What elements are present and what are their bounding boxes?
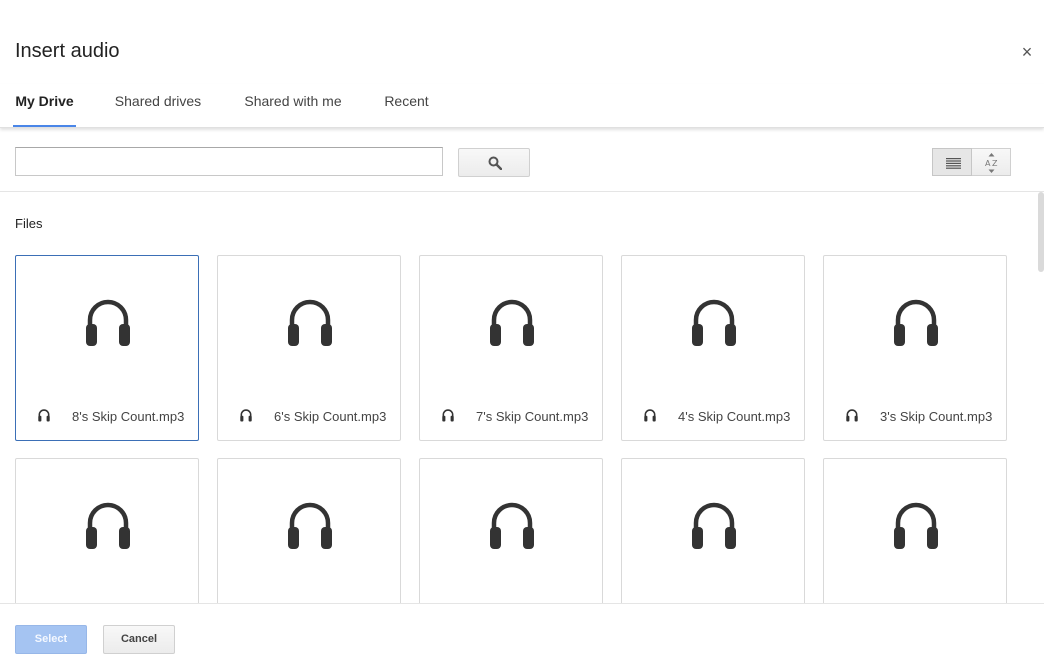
search-input[interactable] [15,147,443,176]
file-card[interactable]: 7's Skip Count.mp3 [419,255,603,441]
headphones-icon [288,298,332,353]
file-card[interactable]: 8's Skip Count.mp3 [15,255,199,441]
headphones-icon [288,501,332,556]
headphones-icon [692,501,736,556]
tab-recent[interactable]: Recent [381,84,432,127]
search-toolbar: A Z [0,128,1044,192]
search-button[interactable] [458,148,530,177]
cancel-button[interactable]: Cancel [103,625,175,654]
close-icon[interactable]: × [1016,41,1038,63]
headphones-icon [86,501,130,556]
headphones-icon [644,409,656,427]
list-view-icon [946,158,961,169]
tab-bar: My Drive Shared drives Shared with me Re… [0,84,1044,128]
file-name: 8's Skip Count.mp3 [72,409,185,424]
section-label-files: Files [15,216,43,231]
headphones-icon [86,298,130,353]
file-card[interactable]: 4's Skip Count.mp3 [621,255,805,441]
headphones-icon [38,409,50,427]
svg-text:Z: Z [992,159,998,168]
list-view-button[interactable] [932,148,972,176]
select-button[interactable]: Select [15,625,87,654]
file-name: 6's Skip Count.mp3 [274,409,387,424]
search-icon [488,156,502,170]
headphones-icon [846,409,858,427]
headphones-icon [442,409,454,427]
file-card[interactable] [217,458,401,603]
sort-az-icon: A Z [985,153,998,173]
sort-button[interactable]: A Z [972,148,1011,176]
file-card[interactable]: 6's Skip Count.mp3 [217,255,401,441]
headphones-icon [240,409,252,427]
svg-text:A: A [985,159,991,168]
headphones-icon [490,298,534,353]
file-card[interactable] [15,458,199,603]
tab-my-drive[interactable]: My Drive [13,84,76,127]
file-card[interactable] [621,458,805,603]
scrollbar-thumb[interactable] [1038,192,1044,272]
file-card[interactable]: 3's Skip Count.mp3 [823,255,1007,441]
file-name: 4's Skip Count.mp3 [678,409,791,424]
file-name: 7's Skip Count.mp3 [476,409,589,424]
tab-shared-with-me[interactable]: Shared with me [241,84,345,127]
headphones-icon [692,298,736,353]
file-card[interactable] [823,458,1007,603]
headphones-icon [490,501,534,556]
headphones-icon [894,501,938,556]
dialog-header: Insert audio × My Drive Shared drives Sh… [0,0,1044,128]
dialog-title: Insert audio [15,40,120,62]
file-name: 3's Skip Count.mp3 [880,409,993,424]
tab-shared-drives[interactable]: Shared drives [112,84,204,127]
headphones-icon [894,298,938,353]
dialog-footer: Select Cancel [0,603,1044,667]
file-card[interactable] [419,458,603,603]
file-grid-area: Files 8's Skip Count.mp3 6's Skip Count.m… [0,192,1044,603]
